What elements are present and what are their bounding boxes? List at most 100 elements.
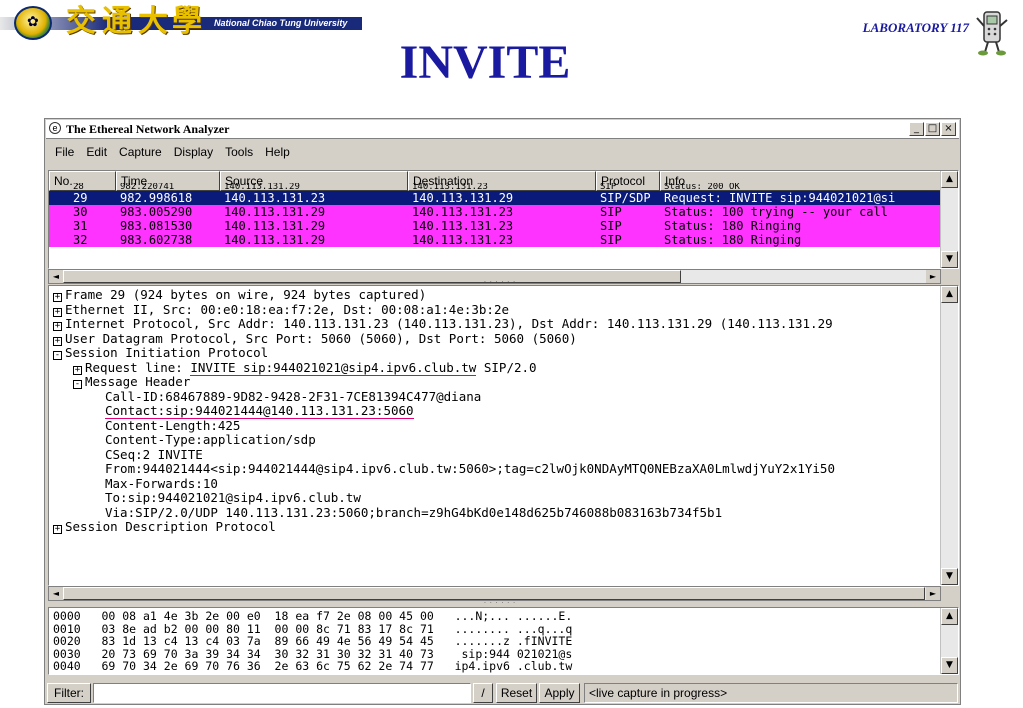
packet-cell-no: 28 — [73, 183, 84, 191]
maximize-button[interactable]: □ — [925, 122, 940, 136]
filter-input[interactable] — [93, 683, 471, 703]
packet-list-vscroll[interactable]: ▲ ▼ — [940, 171, 958, 268]
phone-mascot-icon — [976, 11, 1008, 56]
expand-icon[interactable]: + — [53, 293, 62, 302]
detail-tree-node[interactable]: + Request line: INVITE sip:944021021@sip4… — [73, 359, 537, 376]
packet-cell-src: 140.113.131.29 — [224, 205, 326, 219]
scroll-down-icon[interactable]: ▼ — [941, 568, 958, 585]
scroll-up-icon[interactable]: ▲ — [941, 286, 958, 303]
packet-cell-info: Status: 200 OK — [664, 183, 740, 191]
detail-tree-node[interactable]: Max-Forwards:10 — [105, 475, 218, 492]
ethereal-window: e The Ethereal Network Analyzer _ □ × Fi… — [44, 118, 961, 705]
hex-vscroll[interactable]: ▲ ▼ — [940, 608, 958, 674]
scroll-left-icon[interactable]: ◄ — [49, 587, 63, 600]
detail-hscroll[interactable]: ◄ ► — [48, 586, 941, 601]
packet-row[interactable]: 28 982.220741 140.113.131.29 140.113.131.23… — [49, 183, 940, 191]
detail-tree-node[interactable]: Contact:sip:944021444@140.113.131.23:506… — [105, 403, 414, 419]
expand-icon[interactable]: + — [53, 336, 62, 346]
detail-text: User Datagram Protocol, Src Port: 5060 (… — [65, 330, 577, 346]
packet-list[interactable]: No. . Time Source Destination Protocol I… — [48, 170, 959, 269]
packet-row[interactable]: 31 983.081530 140.113.131.29 140.113.131.23… — [49, 219, 940, 233]
hscroll-thumb[interactable] — [63, 270, 681, 283]
detail-text: Max-Forwards:10 — [105, 475, 218, 491]
menu-display[interactable]: Display — [174, 145, 213, 159]
detail-text: To:sip:944021021@sip4.ipv6.club.tw — [105, 490, 361, 505]
filter-label-button[interactable]: Filter: — [47, 683, 91, 703]
menu-capture[interactable]: Capture — [119, 145, 162, 159]
packet-cell-dst: 140.113.131.29 — [412, 191, 514, 205]
close-button[interactable]: × — [941, 122, 956, 136]
app-icon: e — [49, 122, 61, 134]
hscroll-thumb[interactable] — [63, 587, 925, 600]
reset-button[interactable]: Reset — [496, 683, 537, 703]
detail-text: Session Initiation Protocol — [65, 345, 269, 360]
packet-detail-tree[interactable]: + Frame 29 (924 bytes on wire, 924 bytes … — [48, 285, 959, 586]
menu-help[interactable]: Help — [265, 145, 290, 159]
detail-tree-node[interactable]: - Session Initiation Protocol — [53, 345, 269, 361]
detail-text: Ethernet II, Src: 00:e0:18:ea:f7:2e, Dst… — [65, 301, 510, 317]
packet-row[interactable]: 29 982.998618 140.113.131.23 140.113.131.29… — [49, 191, 940, 205]
hex-line: 0000 00 08 a1 4e 3b 2e 00 e0 18 ea f7 2e… — [53, 609, 573, 623]
scroll-left-icon[interactable]: ◄ — [49, 270, 63, 283]
filter-clear-button[interactable]: / — [473, 683, 493, 703]
expand-icon[interactable]: + — [53, 525, 62, 534]
window-titlebar[interactable]: e The Ethereal Network Analyzer _ □ × — [46, 120, 959, 139]
packet-cell-time: 983.081530 — [120, 219, 193, 233]
detail-tree-node[interactable]: Call-ID:68467889-9D82-9428-2F31-7CE81394… — [105, 388, 482, 405]
packet-cell-src: 140.113.131.29 — [224, 219, 326, 233]
hex-dump[interactable]: 0000 00 08 a1 4e 3b 2e 00 e0 18 ea f7 2e… — [48, 607, 959, 675]
detail-vscroll[interactable]: ▲ ▼ — [940, 286, 958, 585]
detail-tree-node[interactable]: + Frame 29 (924 bytes on wire, 924 bytes … — [53, 287, 426, 303]
packet-cell-proto: SIP/SDP — [600, 191, 651, 205]
slide-title: INVITE — [399, 36, 571, 89]
minimize-button[interactable]: _ — [909, 122, 924, 136]
collapse-icon[interactable]: - — [73, 380, 82, 389]
scroll-up-icon[interactable]: ▲ — [941, 171, 958, 188]
packet-cell-no: 31 — [73, 219, 88, 233]
scroll-right-icon[interactable]: ► — [926, 270, 940, 283]
scroll-up-icon[interactable]: ▲ — [941, 608, 958, 625]
packet-cell-dst: 140.113.131.23 — [412, 219, 514, 233]
detail-tree-node[interactable]: + Ethernet II, Src: 00:e0:18:ea:f7:2e, Ds… — [53, 301, 510, 318]
expand-icon[interactable]: + — [53, 307, 62, 317]
detail-text: Call-ID:68467889-9D82-9428-2F31-7CE81394… — [105, 388, 482, 404]
pane-splitter-2[interactable]: · · · · · · — [475, 601, 525, 607]
detail-tree-node[interactable]: - Message Header — [73, 374, 191, 390]
detail-tree-node[interactable]: CSeq:2 INVITE — [105, 447, 203, 463]
detail-tree-node[interactable]: Content-Length:425 — [105, 417, 241, 434]
detail-tree-node[interactable]: To:sip:944021021@sip4.ipv6.club.tw — [105, 490, 361, 506]
packet-cell-info: Status: 180 Ringing — [664, 233, 802, 247]
university-name: National Chiao Tung University — [214, 18, 348, 28]
detail-tree-node[interactable]: + Session Description Protocol — [53, 519, 276, 535]
scroll-down-icon[interactable]: ▼ — [941, 251, 958, 268]
detail-tree-node[interactable]: + User Datagram Protocol, Src Port: 5060 … — [53, 330, 577, 347]
packet-cell-src: 140.113.131.29 — [224, 183, 300, 191]
packet-cell-info: Status: 180 Ringing — [664, 219, 802, 233]
detail-text: Session Description Protocol — [65, 519, 276, 534]
lab-label: LABORATORY 117 — [862, 20, 969, 35]
detail-text: SIP/2.0 — [476, 359, 537, 375]
scroll-right-icon[interactable]: ► — [926, 587, 940, 600]
menu-tools[interactable]: Tools — [225, 145, 253, 159]
menubar: File Edit Capture Display Tools Help — [47, 140, 958, 164]
menu-edit[interactable]: Edit — [86, 145, 107, 159]
packet-cell-proto: SIP — [600, 219, 622, 233]
detail-text: Via:SIP/2.0/UDP 140.113.131.23:5060;bran… — [105, 504, 723, 520]
scroll-down-icon[interactable]: ▼ — [941, 657, 958, 674]
packet-row[interactable]: 32 983.602738 140.113.131.29 140.113.131.23… — [49, 233, 940, 247]
expand-icon[interactable]: + — [73, 365, 82, 375]
detail-tree-node[interactable]: From:944021444<sip:944021444@sip4.ipv6.c… — [105, 461, 835, 477]
detail-tree-node[interactable]: + Internet Protocol, Src Addr: 140.113.13… — [53, 316, 833, 332]
packet-cell-proto: SIP — [600, 205, 622, 219]
expand-icon[interactable]: + — [53, 322, 62, 331]
menu-file[interactable]: File — [55, 145, 74, 159]
apply-button[interactable]: Apply — [539, 683, 580, 703]
detail-tree-node[interactable]: Content-Type:application/sdp — [105, 432, 316, 448]
packet-cell-info: Request: INVITE sip:944021021@si — [664, 191, 896, 205]
detail-text: Message Header — [85, 374, 191, 389]
detail-text: Content-Length:425 — [105, 417, 241, 433]
packet-cell-time: 982.998618 — [120, 191, 193, 205]
packet-row[interactable]: 30 983.005290 140.113.131.29 140.113.131.23… — [49, 205, 940, 219]
collapse-icon[interactable]: - — [53, 351, 62, 360]
detail-tree-node[interactable]: Via:SIP/2.0/UDP 140.113.131.23:5060;bran… — [105, 504, 723, 521]
